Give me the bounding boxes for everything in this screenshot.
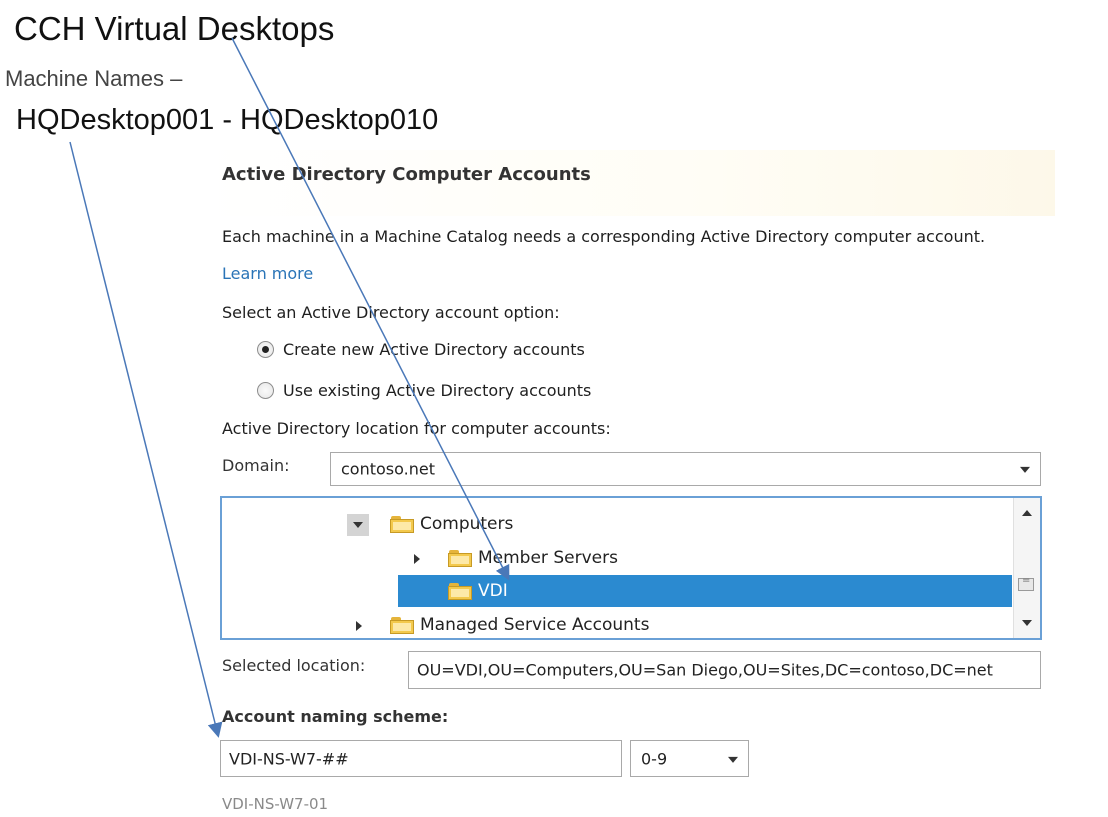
description-text: Each machine in a Machine Catalog needs … [222,227,986,246]
tree-item-managed-service-accounts[interactable]: Managed Service Accounts [222,610,1012,638]
naming-scheme-label: Account naming scheme: [222,707,449,726]
folder-icon [390,617,414,634]
folder-icon [390,516,414,533]
tree-item-computers[interactable]: Computers [222,509,1012,541]
selected-location-value: OU=VDI,OU=Computers,OU=San Diego,OU=Site… [417,660,993,680]
naming-preview: VDI-NS-W7-01 [222,795,329,813]
tree-item-label: Managed Service Accounts [420,615,650,635]
tree-item-label: VDI [478,581,508,601]
tree-scrollbar[interactable] [1013,498,1040,638]
tree-item-member-servers[interactable]: Member Servers [222,543,1012,575]
tree-item-vdi[interactable]: VDI [398,575,1012,607]
dropdown-arrow-icon [1020,466,1030,473]
naming-scheme-input[interactable]: VDI-NS-W7-## [220,740,622,777]
machine-range: HQDesktop001 - HQDesktop010 [16,104,439,136]
expand-arrow-icon[interactable] [356,621,362,631]
tree-item-label: Member Servers [478,548,618,568]
scroll-down-icon[interactable] [1022,620,1032,626]
domain-value: contoso.net [341,459,435,479]
create-new-accounts-label[interactable]: Create new Active Directory accounts [283,340,585,359]
folder-icon [448,550,472,567]
scroll-up-icon[interactable] [1022,510,1032,516]
create-new-accounts-radio[interactable] [257,341,274,358]
slide-title: CCH Virtual Desktops [14,10,335,47]
machine-names-label: Machine Names – [5,66,183,91]
arrow-to-naming-scheme [69,141,223,738]
scroll-thumb[interactable] [1018,575,1034,591]
selected-location-field[interactable]: OU=VDI,OU=Computers,OU=San Diego,OU=Site… [408,651,1041,689]
domain-label: Domain: [222,456,290,475]
naming-scheme-value: VDI-NS-W7-## [229,749,349,768]
use-existing-accounts-radio[interactable] [257,382,274,399]
selected-location-label: Selected location: [222,656,366,675]
use-existing-accounts-label[interactable]: Use existing Active Directory accounts [283,381,591,400]
ou-tree[interactable]: Computers Member Servers VDI Managed Ser… [220,496,1042,640]
location-heading: Active Directory location for computer a… [222,419,611,438]
domain-dropdown[interactable]: contoso.net [330,452,1041,486]
collapse-arrow-icon[interactable] [347,514,369,536]
expand-arrow-icon[interactable] [414,554,420,564]
dropdown-arrow-icon [728,756,738,763]
naming-type-dropdown[interactable]: 0-9 [630,740,749,777]
option-prompt: Select an Active Directory account optio… [222,303,560,322]
learn-more-link[interactable]: Learn more [222,264,313,283]
folder-icon [448,583,472,600]
section-title: Active Directory Computer Accounts [222,164,591,185]
naming-type-value: 0-9 [641,749,668,768]
tree-item-label: Computers [420,514,514,534]
